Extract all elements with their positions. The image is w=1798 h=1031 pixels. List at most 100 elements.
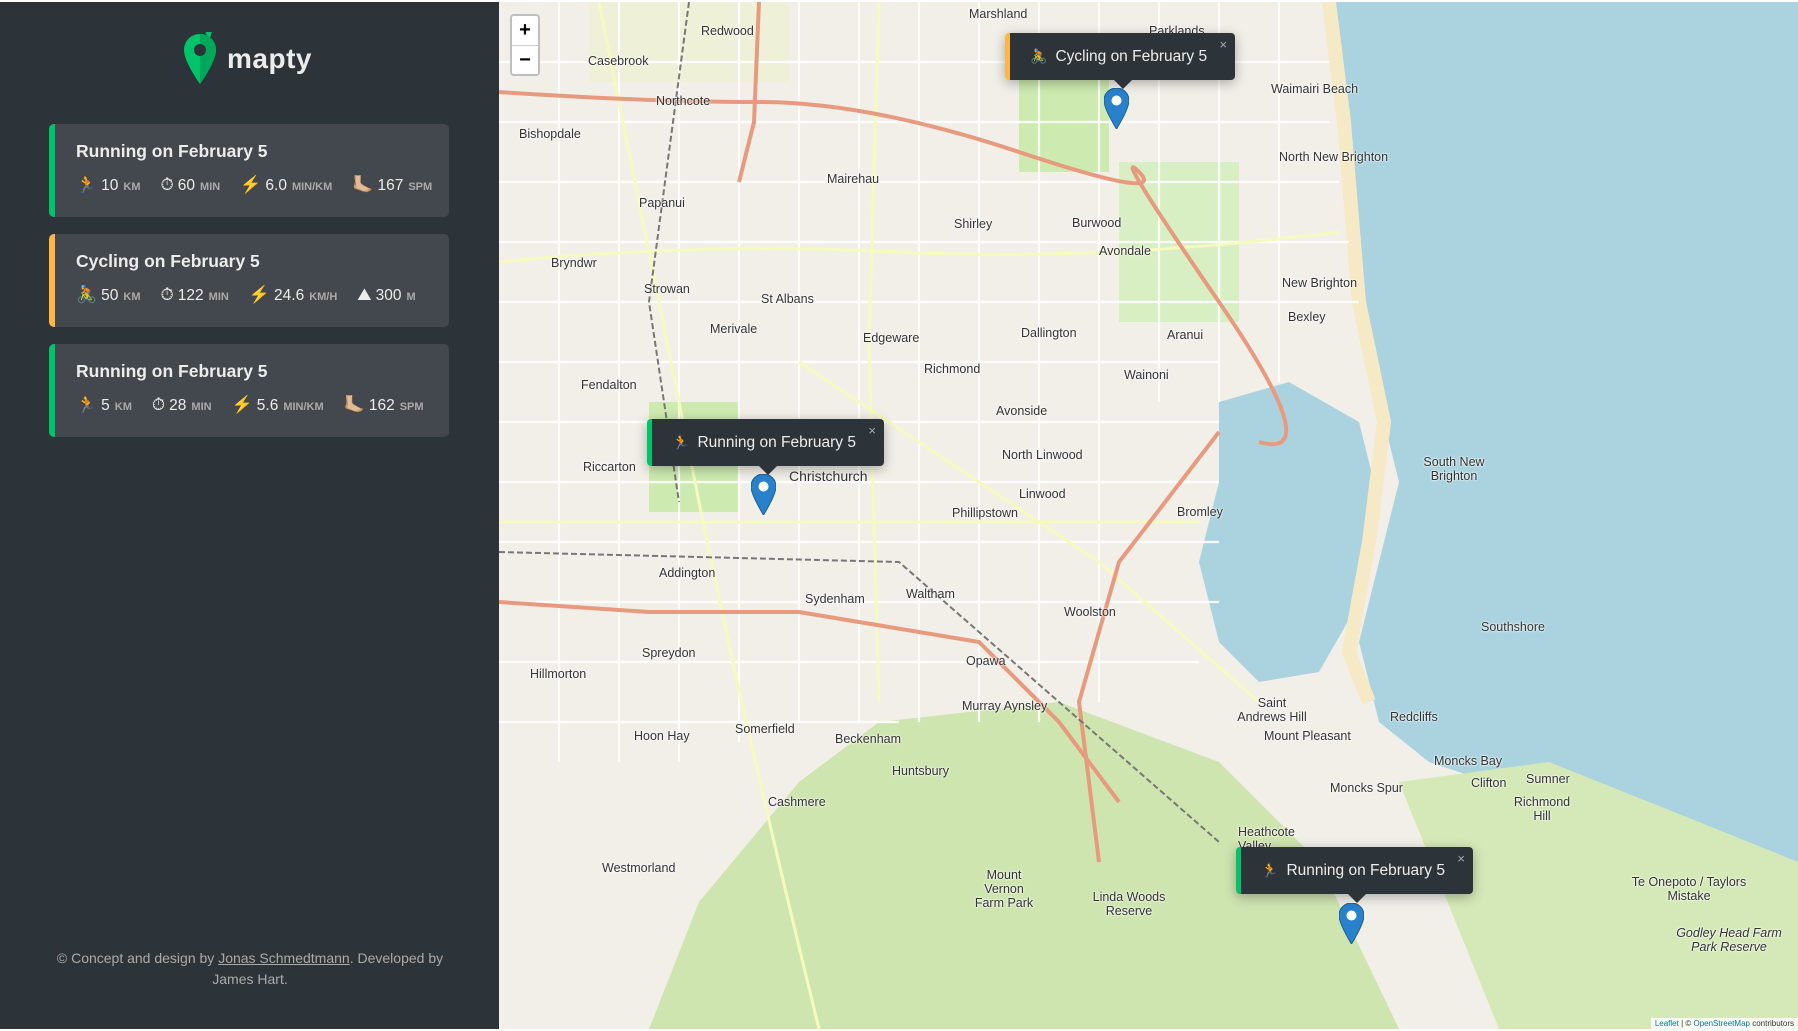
workout-cadence: 🦶🏼 162 SPM — [344, 396, 424, 415]
author-link[interactable]: Jonas Schmedtmann — [218, 950, 350, 966]
workout-distance: 🏃 5 KM — [76, 396, 132, 415]
zoom-out-button[interactable]: − — [512, 45, 538, 74]
workout-speed: ⚡️ 24.6 KM/H — [249, 286, 337, 305]
place-label: Bromley — [1177, 505, 1223, 519]
attribution-suffix: contributors — [1749, 1019, 1794, 1028]
map-marker-icon[interactable] — [1104, 88, 1129, 129]
place-label: Murray Aynsley — [962, 699, 1048, 713]
detail-unit: MIN/KM — [283, 401, 324, 413]
stopwatch-icon: ⏱ — [151, 395, 166, 414]
detail-value: 300 — [375, 287, 402, 304]
workout-item[interactable]: Running on February 5 🏃 10 KM ⏱ 60 MIN ⚡… — [49, 124, 449, 217]
app-name: mapty — [227, 43, 312, 74]
detail-unit: SPM — [399, 401, 424, 413]
detail-unit: M — [406, 291, 416, 303]
place-label: Burwood — [1072, 216, 1122, 230]
place-label: Bishopdale — [519, 127, 581, 141]
zoom-in-button[interactable]: + — [512, 16, 538, 45]
lightning-icon: ⚡️ — [240, 175, 262, 194]
place-label: Hoon Hay — [634, 729, 690, 743]
workout-popup[interactable]: 🏃 Running on February 5 × — [1236, 847, 1473, 903]
place-label: St Albans — [761, 292, 814, 306]
place-label: Sydenham — [805, 592, 865, 606]
place-label: Richmond — [924, 362, 981, 376]
detail-unit: MIN — [208, 291, 229, 303]
close-icon[interactable]: × — [1457, 851, 1465, 866]
place-label: New Brighton — [1282, 276, 1358, 290]
detail-value: 50 — [101, 287, 119, 304]
place-label: Cashmere — [768, 795, 826, 809]
detail-unit: SPM — [408, 181, 433, 193]
map-marker-icon[interactable] — [1339, 903, 1364, 944]
map[interactable]: Marshland Redwood Parklands Casebrook No… — [499, 2, 1798, 1029]
workout-popup[interactable]: 🏃 Running on February 5 × — [647, 419, 884, 475]
workout-item[interactable]: Cycling on February 5 🚴 50 KM ⏱ 122 MIN … — [49, 234, 449, 327]
place-label: Westmorland — [602, 861, 676, 875]
place-label: Mount Vernon Farm Park — [974, 868, 1034, 910]
workout-title: Running on February 5 — [76, 361, 268, 381]
workout-list: Running on February 5 🏃 10 KM ⏱ 60 MIN ⚡… — [49, 124, 449, 454]
foot-icon: 🦶🏼 — [352, 175, 374, 194]
workout-elevation: ⛰ 300 M — [357, 286, 415, 305]
detail-value: 162 — [368, 397, 395, 414]
workout-duration: ⏱ 28 MIN — [152, 396, 212, 415]
place-label: Redwood — [701, 24, 754, 38]
detail-value: 28 — [169, 397, 187, 414]
place-label: Waltham — [906, 587, 955, 601]
place-label: Mairehau — [827, 172, 880, 186]
place-label: Strowan — [644, 282, 690, 296]
place-label: Southshore — [1481, 620, 1545, 634]
detail-unit: KM — [123, 291, 141, 303]
detail-value: 24.6 — [274, 287, 305, 304]
place-label: Mount Pleasant — [1264, 729, 1351, 743]
place-label: Papanui — [639, 196, 685, 210]
popup-text: Running on February 5 — [1286, 861, 1445, 879]
lightning-icon: ⚡️ — [248, 285, 271, 304]
workout-item[interactable]: Running on February 5 🏃 5 KM ⏱ 28 MIN ⚡️… — [49, 344, 449, 437]
map-marker-icon[interactable] — [751, 474, 776, 515]
place-label: North New Brighton — [1279, 150, 1389, 164]
place-label: Spreydon — [642, 646, 696, 660]
map-tiles — [499, 2, 1798, 1029]
copyright: © Concept and design by Jonas Schmedtman… — [50, 948, 450, 990]
place-label: Beckenham — [835, 732, 902, 746]
place-label: Fendalton — [581, 378, 637, 392]
popup-text: Cycling on February 5 — [1055, 47, 1208, 65]
place-label: North Linwood — [1002, 448, 1083, 462]
place-label: Avondale — [1099, 244, 1151, 258]
place-label: South New Brighton — [1423, 455, 1485, 483]
place-label: Opawa — [966, 654, 1006, 668]
workout-duration: ⏱ 60 MIN — [161, 176, 221, 195]
place-label: Phillipstown — [952, 506, 1019, 520]
place-label: Somerfield — [735, 722, 795, 736]
workout-popup[interactable]: 🚴 Cycling on February 5 × — [1005, 33, 1236, 89]
place-label: Huntsbury — [892, 764, 949, 778]
detail-value: 6.0 — [265, 177, 287, 194]
workout-cadence: 🦶🏼 167 SPM — [352, 176, 432, 195]
close-icon[interactable]: × — [868, 423, 876, 438]
osm-link[interactable]: OpenStreetMap — [1693, 1019, 1749, 1028]
place-label: Saint Andrews Hill — [1237, 696, 1307, 724]
place-label: Shirley — [954, 217, 993, 231]
detail-unit: MIN — [191, 401, 212, 413]
detail-unit: MIN/KM — [291, 181, 333, 193]
place-label: Dallington — [1021, 326, 1077, 340]
place-label: Bryndwr — [551, 256, 597, 270]
detail-unit: MIN — [200, 181, 221, 193]
place-label: Redcliffs — [1390, 710, 1438, 724]
detail-value: 167 — [377, 177, 404, 194]
place-label: Aranui — [1167, 328, 1204, 342]
close-icon[interactable]: × — [1219, 37, 1227, 52]
running-icon: 🏃 — [1261, 862, 1279, 878]
workout-duration: ⏱ 122 MIN — [161, 286, 229, 305]
stopwatch-icon: ⏱ — [160, 175, 174, 194]
leaflet-link[interactable]: Leaflet — [1655, 1019, 1679, 1028]
workout-distance: 🚴 50 KM — [76, 286, 141, 305]
logo: mapty — [183, 32, 312, 86]
detail-value: 10 — [101, 177, 119, 194]
cycling-icon: 🚴 — [1030, 48, 1048, 64]
place-label: Sumner — [1526, 772, 1570, 786]
map-pin-logo-icon — [184, 32, 216, 84]
mountain-icon: ⛰ — [357, 285, 372, 304]
place-label: Hillmorton — [530, 667, 587, 681]
